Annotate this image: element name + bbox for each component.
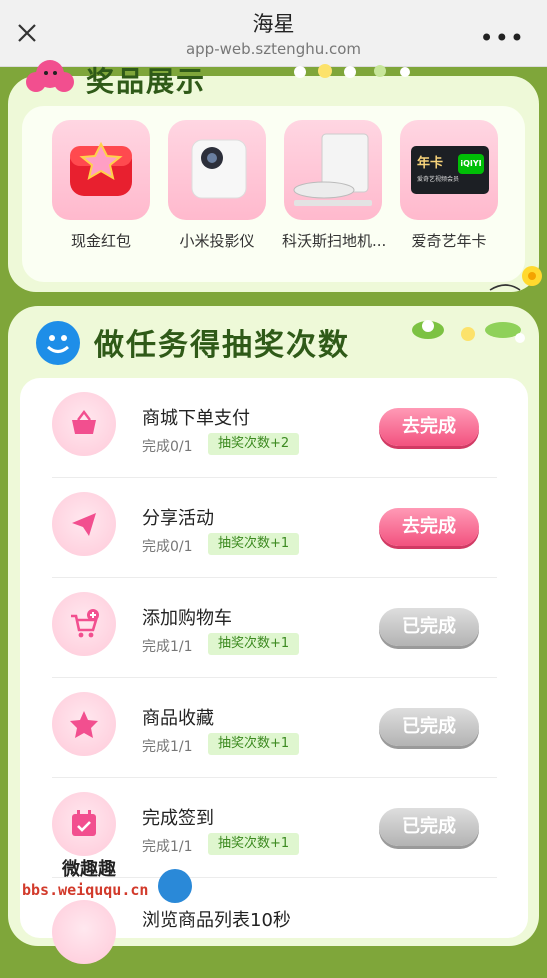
task-name: 添加购物车 xyxy=(142,608,232,629)
task-row: 分享活动 完成0/1 抽奖次数+1 去完成 xyxy=(52,478,497,578)
prize-name: 小米投影仪 xyxy=(179,232,255,250)
smiley-icon xyxy=(36,321,80,365)
prize-heading: 奖品展示 xyxy=(86,65,207,94)
flower-decoration-icon xyxy=(294,64,410,78)
prize-item-projector[interactable]: 小米投影仪 xyxy=(166,120,268,251)
page-url: app-web.sztenghu.com xyxy=(185,40,362,58)
iqiyi-logo: iQIYI xyxy=(458,154,484,174)
task-reward-badge: 抽奖次数+1 xyxy=(208,533,300,555)
task-row: 商品收藏 完成1/1 抽奖次数+1 已完成 xyxy=(52,678,497,778)
mascot-icon xyxy=(158,869,192,903)
task-icon-wrap xyxy=(52,392,116,456)
leaf-decoration-icon xyxy=(412,320,525,343)
prize-item-red-packet[interactable]: 现金红包 xyxy=(50,120,152,251)
task-name: 商城下单支付 xyxy=(142,408,250,429)
task-row: 添加购物车 完成1/1 抽奖次数+1 已完成 xyxy=(52,578,497,678)
task-progress: 完成1/1 xyxy=(142,839,193,855)
projector-image xyxy=(168,120,266,220)
task-progress: 完成0/1 xyxy=(142,439,193,455)
task-reward-badge: 抽奖次数+1 xyxy=(208,733,300,755)
task-reward-badge: 抽奖次数+1 xyxy=(208,833,300,855)
prize-item-iqiyi-card[interactable]: 年卡 爱奇艺视频会员 iQIYI 爱奇艺年卡 xyxy=(398,120,500,251)
cart-plus-icon xyxy=(71,609,99,638)
task-reward-badge: 抽奖次数+1 xyxy=(208,633,300,655)
watermark: 微趣趣 bbs.weiququ.cn xyxy=(22,855,202,913)
card-title: 年卡 xyxy=(417,156,444,171)
completed-button[interactable]: 已完成 xyxy=(379,808,479,846)
task-icon-wrap xyxy=(52,492,116,556)
page-title: 海星 xyxy=(252,12,295,36)
task-icon-wrap xyxy=(52,792,116,856)
completed-button[interactable]: 已完成 xyxy=(379,608,479,646)
watermark-url: bbs.weiququ.cn xyxy=(22,881,149,899)
task-reward-badge: 抽奖次数+2 xyxy=(208,433,300,455)
more-icon[interactable]: ••• xyxy=(480,24,525,52)
paper-plane-icon xyxy=(72,513,96,536)
browser-bar: 海星 app-web.sztenghu.com ••• xyxy=(0,0,547,67)
task-heading: 做任务得抽奖次数 xyxy=(94,328,350,363)
task-name: 完成签到 xyxy=(142,808,214,829)
card-subtitle: 爱奇艺视频会员 xyxy=(417,176,460,183)
task-icon-wrap xyxy=(52,592,116,656)
task-name: 分享活动 xyxy=(142,508,214,529)
task-progress: 完成1/1 xyxy=(142,739,193,755)
task-icon-wrap xyxy=(52,692,116,756)
flower-icon xyxy=(26,60,74,92)
prize-name: 科沃斯扫地机... xyxy=(282,232,387,250)
task-row: 商城下单支付 完成0/1 抽奖次数+2 去完成 xyxy=(52,378,497,478)
iqiyi-card-image: 年卡 爱奇艺视频会员 iQIYI xyxy=(400,120,498,220)
sunflower-icon xyxy=(489,266,542,291)
completed-button[interactable]: 已完成 xyxy=(379,708,479,746)
watermark-title: 微趣趣 xyxy=(62,859,116,880)
go-complete-button[interactable]: 去完成 xyxy=(379,408,479,446)
robot-vacuum-image xyxy=(284,120,382,220)
prize-name: 爱奇艺年卡 xyxy=(411,232,487,250)
prize-item-robot-vacuum[interactable]: 科沃斯扫地机... xyxy=(282,120,387,251)
star-icon xyxy=(70,711,98,738)
task-progress: 完成1/1 xyxy=(142,639,193,655)
basket-icon xyxy=(72,410,96,434)
prize-name: 现金红包 xyxy=(70,232,131,250)
red-packet-image xyxy=(52,120,150,220)
task-progress: 完成0/1 xyxy=(142,539,193,555)
go-complete-button[interactable]: 去完成 xyxy=(379,508,479,546)
calendar-check-icon xyxy=(72,810,96,836)
task-name: 商品收藏 xyxy=(142,708,214,729)
